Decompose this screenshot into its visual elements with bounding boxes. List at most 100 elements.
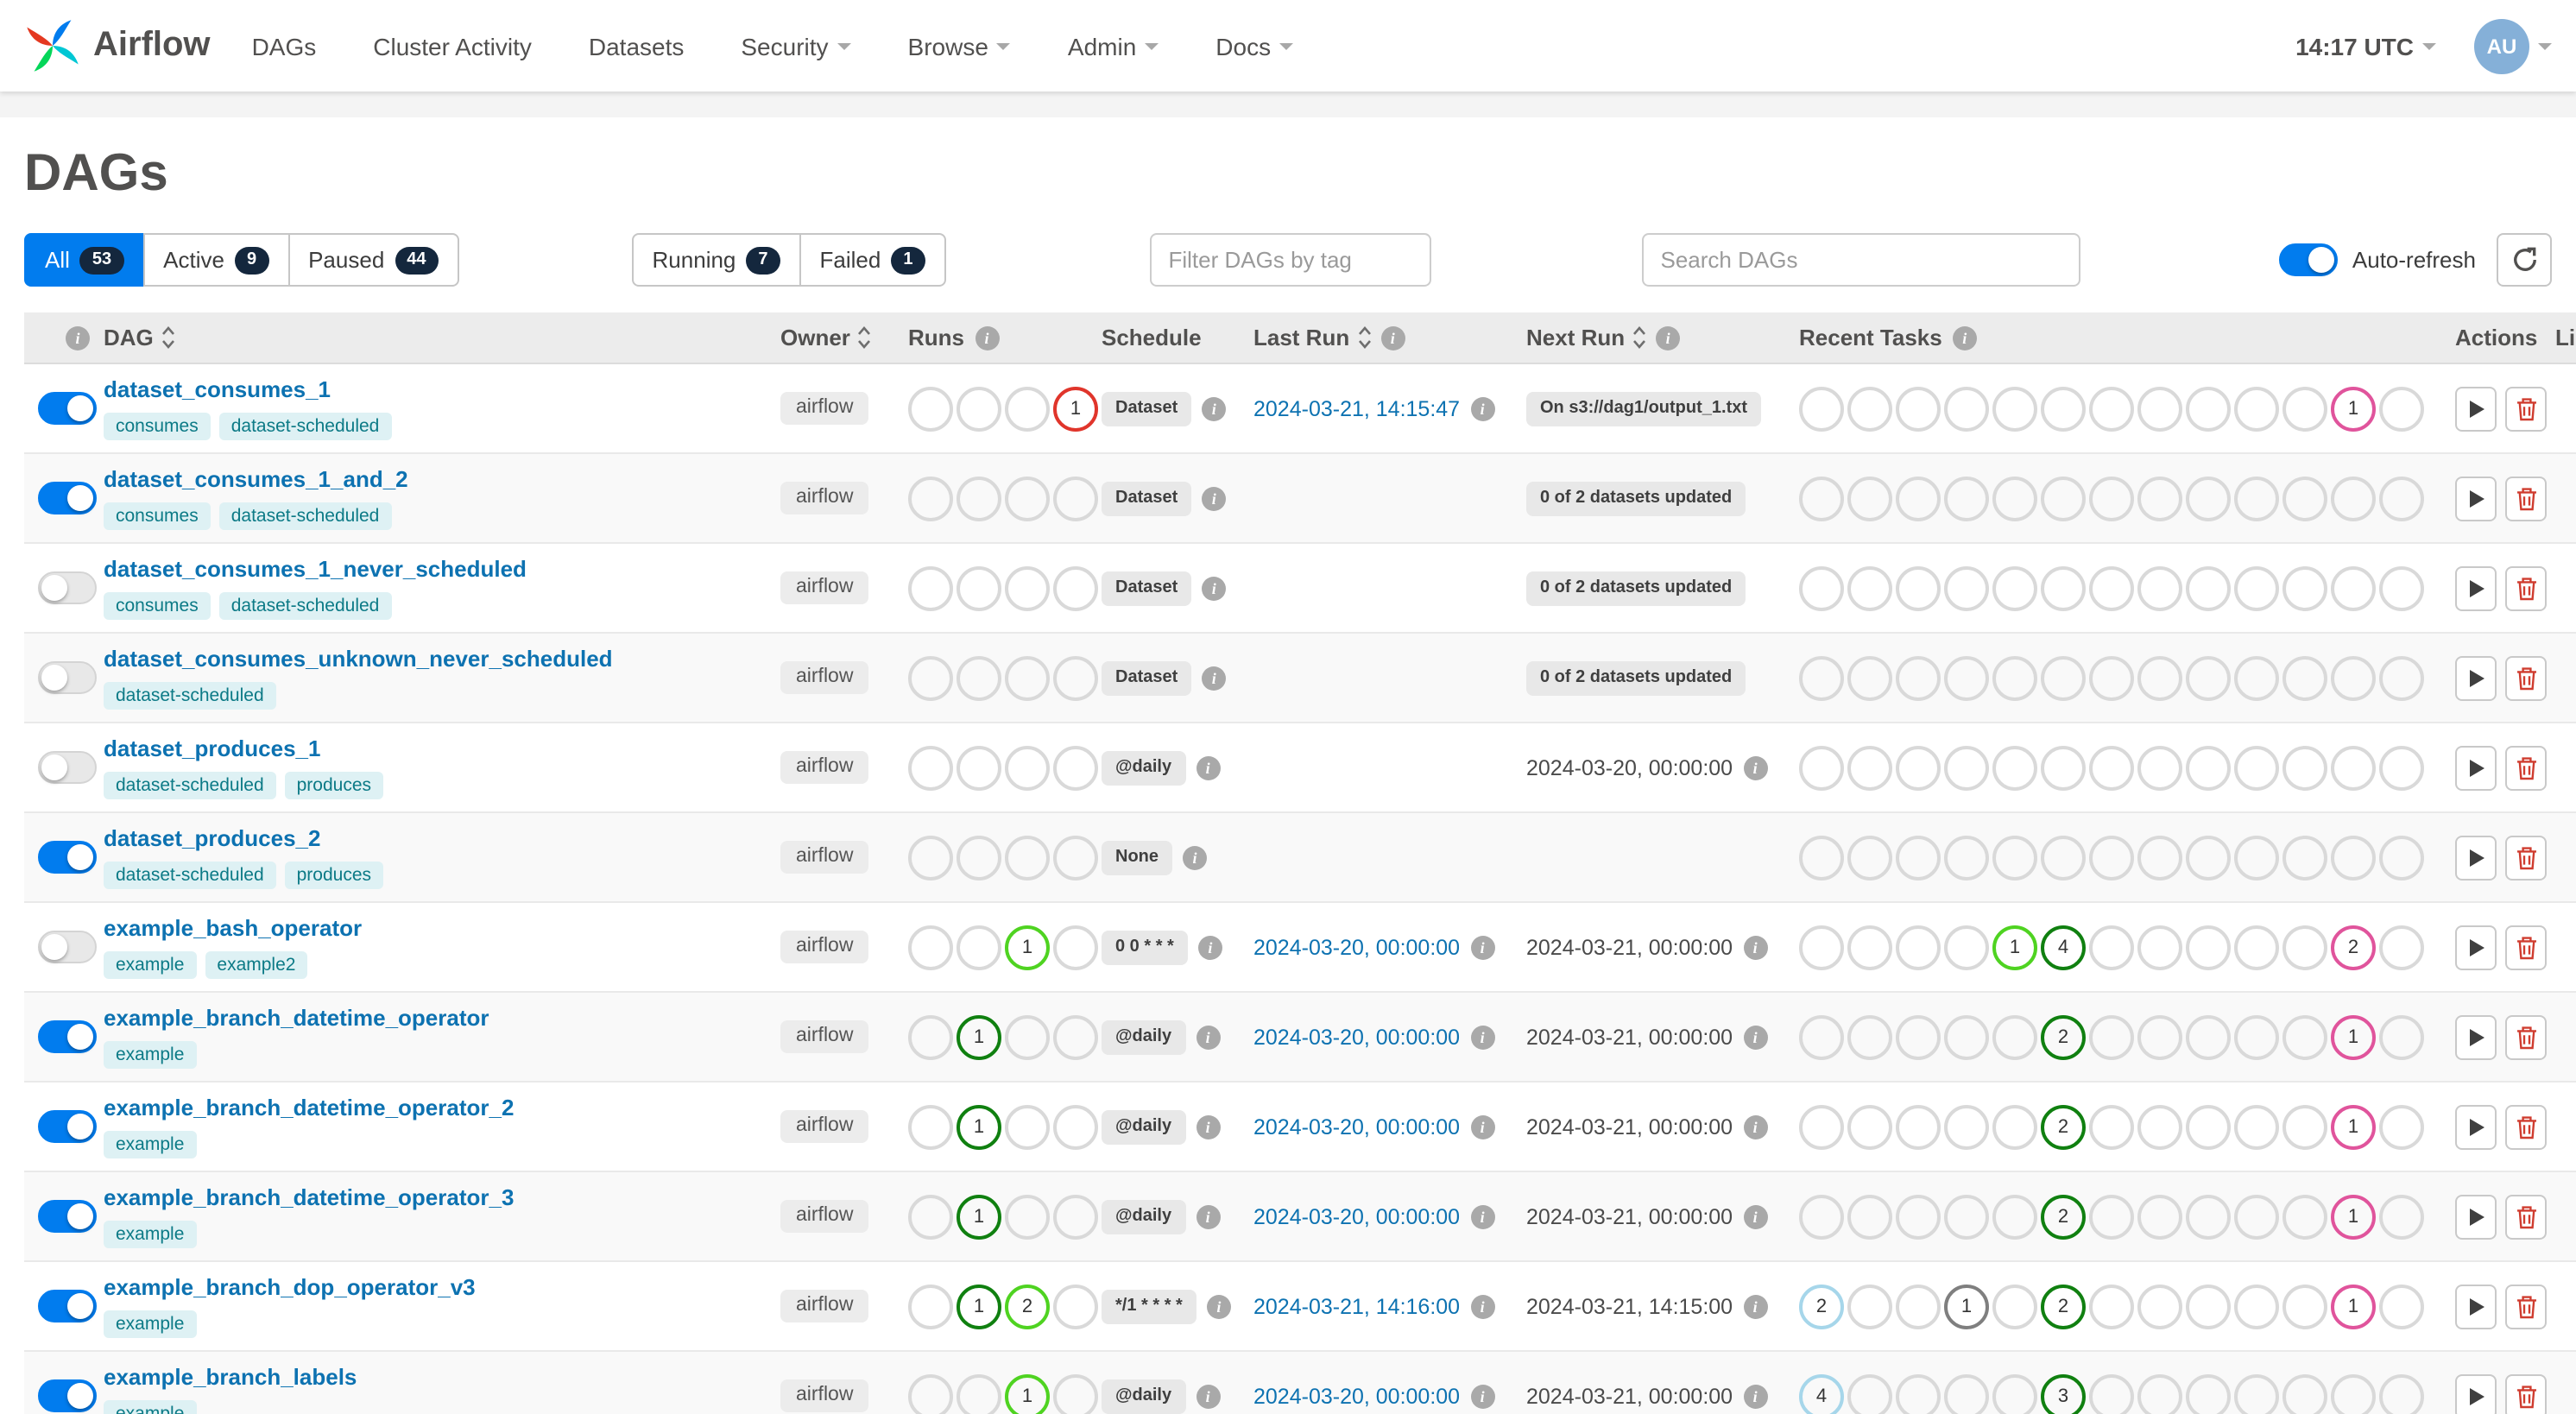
delete-dag-button[interactable]	[2505, 925, 2547, 969]
recent-task-circle[interactable]	[2137, 925, 2182, 969]
dag-run-circle[interactable]: 1	[957, 1014, 1001, 1059]
trigger-dag-button[interactable]	[2455, 1373, 2497, 1414]
filter-tab-active[interactable]: Active 9	[142, 233, 290, 287]
recent-task-circle[interactable]	[2282, 476, 2327, 521]
nav-item-cluster-activity[interactable]: Cluster Activity	[373, 32, 532, 60]
dag-run-circle[interactable]	[1053, 745, 1098, 790]
recent-task-circle[interactable]	[1847, 386, 1892, 431]
recent-task-circle[interactable]	[1992, 835, 2037, 880]
recent-task-circle[interactable]	[1799, 1194, 1844, 1239]
trigger-dag-button[interactable]	[2455, 565, 2497, 610]
recent-task-circle[interactable]	[2282, 1104, 2327, 1149]
delete-dag-button[interactable]	[2505, 476, 2547, 521]
recent-task-circle[interactable]	[2379, 745, 2424, 790]
recent-task-circle[interactable]	[2089, 925, 2134, 969]
nav-item-browse[interactable]: Browse	[908, 32, 1011, 60]
dag-run-circle[interactable]	[957, 745, 1001, 790]
owner-badge[interactable]: airflow	[780, 930, 869, 964]
recent-task-circle[interactable]	[2379, 925, 2424, 969]
owner-badge[interactable]: airflow	[780, 1109, 869, 1144]
col-header-owner[interactable]: Owner	[780, 325, 850, 350]
recent-task-circle[interactable]	[1944, 1373, 1989, 1414]
recent-task-circle[interactable]	[1944, 386, 1989, 431]
recent-task-circle[interactable]	[1799, 565, 1844, 610]
dag-run-circle[interactable]	[957, 386, 1001, 431]
recent-task-circle[interactable]	[1847, 1284, 1892, 1329]
dag-pause-toggle[interactable]	[38, 661, 97, 694]
dag-tag[interactable]: example	[104, 1399, 197, 1414]
delete-dag-button[interactable]	[2505, 1194, 2547, 1239]
recent-task-circle[interactable]	[2137, 565, 2182, 610]
recent-task-circle[interactable]	[2186, 565, 2231, 610]
recent-task-circle[interactable]: 3	[2041, 1373, 2086, 1414]
filter-tab-paused[interactable]: Paused 44	[287, 233, 459, 287]
dag-tag[interactable]: example	[104, 1040, 197, 1070]
dag-tag[interactable]: example	[104, 1220, 197, 1249]
recent-task-circle[interactable]	[1799, 1104, 1844, 1149]
dag-run-circle[interactable]	[957, 1373, 1001, 1414]
recent-task-circle[interactable]	[1847, 925, 1892, 969]
filter-state-running[interactable]: Running 7	[631, 233, 801, 287]
recent-task-circle[interactable]	[1847, 835, 1892, 880]
recent-task-circle[interactable]	[2089, 1104, 2134, 1149]
recent-task-circle[interactable]: 2	[2041, 1014, 2086, 1059]
recent-task-circle[interactable]	[2331, 1373, 2376, 1414]
dag-run-circle[interactable]	[908, 745, 953, 790]
dag-tag[interactable]: produces	[284, 861, 384, 890]
dag-tag[interactable]: dataset-scheduled	[104, 771, 276, 800]
recent-task-circle[interactable]	[1847, 1373, 1892, 1414]
dag-run-circle[interactable]	[1005, 565, 1050, 610]
recent-task-circle[interactable]: 2	[2041, 1194, 2086, 1239]
recent-task-circle[interactable]	[2282, 835, 2327, 880]
recent-task-circle[interactable]	[2041, 835, 2086, 880]
recent-task-circle[interactable]	[2186, 925, 2231, 969]
recent-task-circle[interactable]	[1992, 386, 2037, 431]
dag-name-link[interactable]: dataset_consumes_1	[104, 376, 391, 404]
recent-task-circle[interactable]	[2186, 1194, 2231, 1239]
dag-run-circle[interactable]	[908, 1014, 953, 1059]
recent-task-circle[interactable]	[1847, 476, 1892, 521]
recent-task-circle[interactable]	[2331, 476, 2376, 521]
recent-task-circle[interactable]	[1992, 655, 2037, 700]
nav-item-datasets[interactable]: Datasets	[589, 32, 685, 60]
delete-dag-button[interactable]	[2505, 1373, 2547, 1414]
dag-pause-toggle[interactable]	[38, 1020, 97, 1053]
trigger-dag-button[interactable]	[2455, 835, 2497, 880]
recent-task-circle[interactable]	[2331, 835, 2376, 880]
trigger-dag-button[interactable]	[2455, 655, 2497, 700]
dag-run-circle[interactable]	[908, 655, 953, 700]
recent-task-circle[interactable]	[1992, 745, 2037, 790]
recent-task-circle[interactable]	[1944, 565, 1989, 610]
dag-run-circle[interactable]: 1	[957, 1104, 1001, 1149]
recent-task-circle[interactable]	[2331, 565, 2376, 610]
search-input[interactable]	[1641, 233, 2080, 287]
recent-task-circle[interactable]	[1847, 1194, 1892, 1239]
trigger-dag-button[interactable]	[2455, 386, 2497, 431]
recent-task-circle[interactable]	[2089, 745, 2134, 790]
dag-run-circle[interactable]	[908, 386, 953, 431]
recent-task-circle[interactable]	[2234, 386, 2279, 431]
trigger-dag-button[interactable]	[2455, 1194, 2497, 1239]
recent-task-circle[interactable]	[2282, 1014, 2327, 1059]
recent-task-circle[interactable]	[2089, 1284, 2134, 1329]
recent-task-circle[interactable]	[2089, 1373, 2134, 1414]
trigger-dag-button[interactable]	[2455, 1284, 2497, 1329]
recent-task-circle[interactable]	[1847, 1014, 1892, 1059]
dag-run-circle[interactable]	[908, 835, 953, 880]
recent-task-circle[interactable]	[2282, 745, 2327, 790]
recent-task-circle[interactable]	[2089, 835, 2134, 880]
recent-task-circle[interactable]	[2379, 835, 2424, 880]
recent-task-circle[interactable]	[1799, 745, 1844, 790]
recent-task-circle[interactable]	[2089, 655, 2134, 700]
dag-run-circle[interactable]	[1005, 1014, 1050, 1059]
recent-task-circle[interactable]	[2089, 565, 2134, 610]
trigger-dag-button[interactable]	[2455, 925, 2497, 969]
recent-task-circle[interactable]	[2137, 1104, 2182, 1149]
dag-name-link[interactable]: dataset_consumes_unknown_never_scheduled	[104, 645, 613, 673]
recent-task-circle[interactable]	[1847, 565, 1892, 610]
recent-task-circle[interactable]	[2137, 1014, 2182, 1059]
dag-run-circle[interactable]	[1053, 565, 1098, 610]
dag-tag[interactable]: consumes	[104, 591, 211, 621]
dag-pause-toggle[interactable]	[38, 931, 97, 963]
dag-tag[interactable]: dataset-scheduled	[218, 591, 392, 621]
